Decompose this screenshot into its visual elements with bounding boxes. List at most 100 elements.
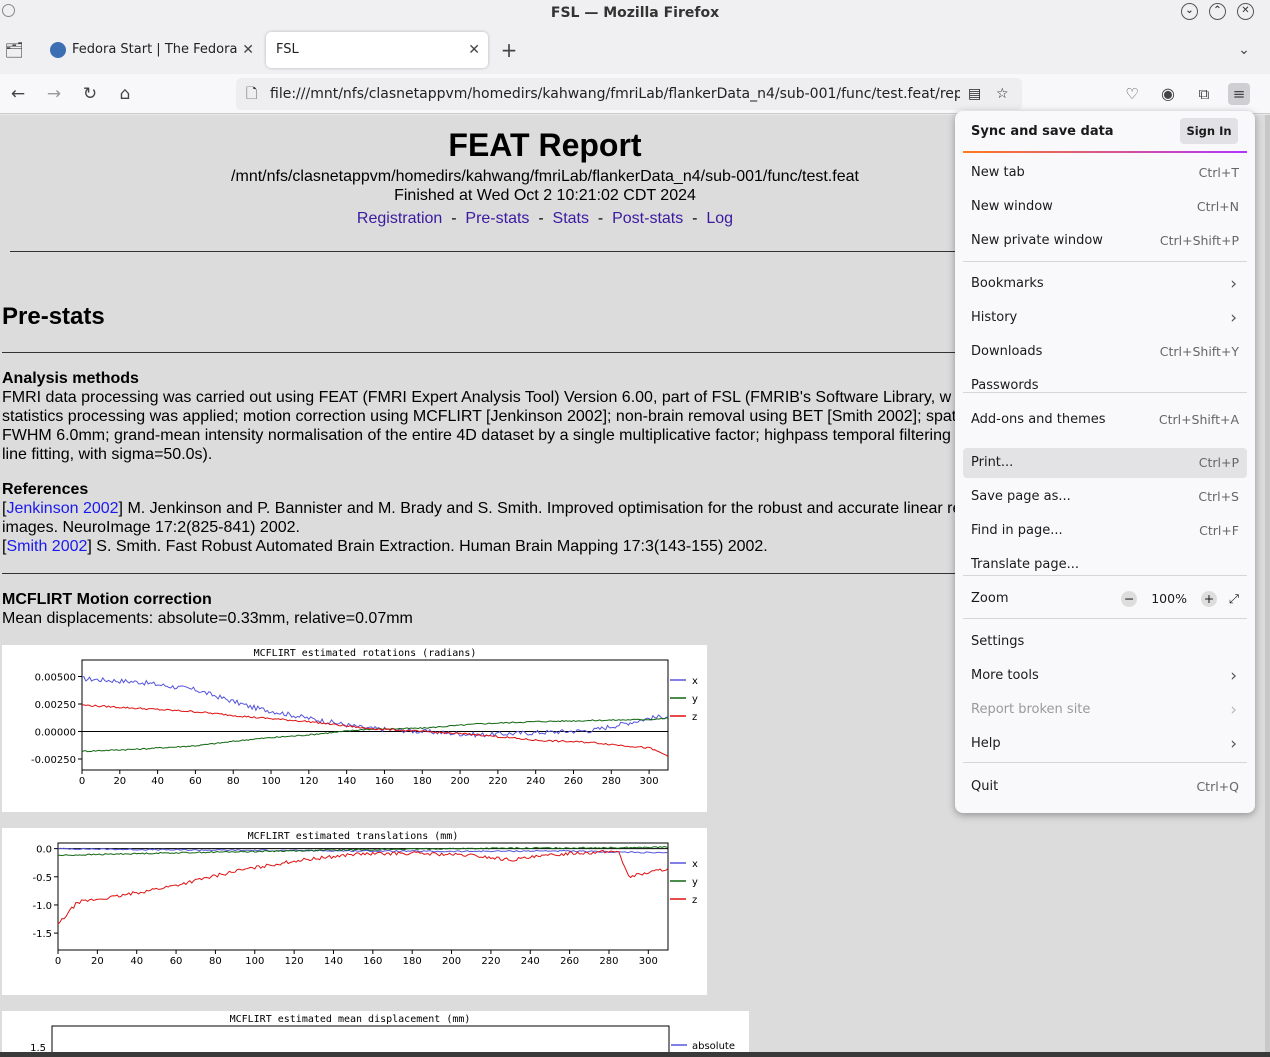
fullscreen-icon[interactable]: ⤢ [1229, 591, 1239, 606]
menu-item-label: Print... [971, 455, 1014, 470]
section-title: Pre-stats [2, 303, 105, 330]
close-tab-icon[interactable]: ✕ [468, 32, 480, 68]
tab-bar: 🗂 Fedora Start | The Fedora Project ✕ FS… [0, 26, 1270, 74]
legend-label-y: y [692, 877, 698, 888]
link-jenkinson-2002[interactable]: Jenkinson 2002 [6, 500, 118, 517]
menu-item-label: Translate page... [971, 557, 1080, 572]
zoom-out-button[interactable]: − [1121, 591, 1138, 607]
tab-fsl[interactable]: FSL ✕ [266, 32, 488, 68]
menu-item-add-ons-and-themes[interactable]: Add-ons and themes Ctrl+Shift+A [963, 405, 1247, 435]
pocket-icon[interactable]: ♡ [1121, 83, 1143, 105]
link-registration[interactable]: Registration [357, 210, 442, 227]
finished-time: Finished at Wed Oct 2 10:21:02 CDT 2024 [394, 187, 696, 204]
home-icon[interactable]: ⌂ [114, 83, 136, 105]
mcflirt-heading: MCFLIRT Motion correction [2, 591, 212, 608]
link-log[interactable]: Log [706, 210, 733, 227]
y-tick-label: -0.5 [32, 873, 52, 884]
plot-area [51, 1025, 670, 1052]
scrollbar[interactable] [1265, 115, 1270, 1052]
close-window-icon[interactable]: ✕ [1237, 3, 1254, 20]
translations-chart: MCFLIRT estimated translations (mm) 0 20 40… [32, 831, 698, 967]
menu-item-zoom[interactable]: Zoom −100% + ⤢ [963, 584, 1247, 614]
chart-title: MCFLIRT estimated translations (mm) [248, 831, 459, 842]
menu-item-more-tools[interactable]: More tools › [963, 661, 1247, 691]
divider [2, 352, 1090, 353]
y-tick-label: 0.00500 [35, 673, 76, 684]
menu-item-label: Bookmarks [971, 276, 1044, 291]
menu-item-report-broken-site[interactable]: Report broken site › [963, 695, 1247, 725]
menu-item-label: Zoom [971, 591, 1009, 606]
menu-item-history[interactable]: History › [963, 303, 1247, 333]
list-tabs-chevron-icon[interactable]: ⌄ [1233, 39, 1255, 61]
menu-item-label: Passwords [971, 378, 1039, 393]
divider [2, 573, 1090, 574]
menu-item-help[interactable]: Help › [963, 729, 1247, 759]
menu-item-passwords[interactable]: Passwords [963, 371, 1247, 401]
menu-item-print[interactable]: Print... Ctrl+P [963, 448, 1247, 478]
menu-item-save-page-as[interactable]: Save page as... Ctrl+S [963, 482, 1247, 512]
mean-displacement: Mean displacements: absolute=0.33mm, rel… [2, 610, 413, 627]
maximize-icon[interactable]: ⌃ [1209, 3, 1226, 20]
analysis-line: FMRI data processing was carried out usi… [2, 389, 952, 406]
chevron-right-icon: › [1230, 700, 1237, 720]
x-tick-label: 120 [299, 776, 318, 787]
link-stats[interactable]: Stats [553, 210, 589, 227]
legend-label-x: x [692, 859, 698, 870]
x-tick-label: 300 [640, 776, 659, 787]
x-tick-label: 180 [403, 956, 422, 967]
chevron-right-icon: › [1230, 308, 1237, 328]
x-tick-label: 160 [375, 776, 394, 787]
legend-label-z: z [692, 895, 697, 906]
link-post-stats[interactable]: Post-stats [612, 210, 683, 227]
menu-item-find-in-page[interactable]: Find in page... Ctrl+F [963, 516, 1247, 546]
nav-separator: - [451, 210, 457, 227]
sign-in-button[interactable]: Sign In [1180, 118, 1238, 144]
y-tick-label: 1.5 [30, 1043, 46, 1052]
window-menu-icon[interactable] [2, 4, 15, 17]
legend-label-z: z [692, 712, 697, 723]
forward-icon[interactable]: → [43, 83, 65, 105]
x-tick-label: 160 [363, 956, 382, 967]
app-menu-icon[interactable]: ≡ [1228, 83, 1250, 105]
x-tick-label: 100 [261, 776, 280, 787]
menu-item-label: Save page as... [971, 489, 1071, 504]
x-tick-label: 220 [481, 956, 500, 967]
zoom-level[interactable]: 100% [1151, 591, 1187, 606]
back-icon[interactable]: ← [7, 83, 29, 105]
menu-item-settings[interactable]: Settings [963, 627, 1247, 657]
analysis-line: line fitting, with sigma=50.0s). [2, 446, 213, 463]
link-smith-2002[interactable]: Smith 2002 [6, 538, 87, 555]
menu-item-downloads[interactable]: Downloads Ctrl+Shift+Y [963, 337, 1247, 367]
reader-view-icon[interactable]: ▤ [968, 78, 981, 110]
chevron-right-icon: › [1230, 274, 1237, 294]
x-tick-label: 40 [151, 776, 164, 787]
menu-item-new-private-window[interactable]: New private window Ctrl+Shift+P [963, 226, 1247, 256]
chart-title: MCFLIRT estimated rotations (radians) [254, 648, 477, 659]
minimize-icon[interactable]: ⌄ [1181, 3, 1198, 20]
close-tab-icon[interactable]: ✕ [242, 32, 254, 68]
fedora-icon [50, 42, 66, 58]
x-tick-label: 0 [79, 776, 85, 787]
rotations-chart: MCFLIRT estimated rotations (radians) 0 20… [31, 648, 698, 787]
tab-fedora-start[interactable]: Fedora Start | The Fedora Project ✕ [40, 32, 262, 68]
menu-item-label: New private window [971, 233, 1103, 248]
reload-icon[interactable]: ↻ [79, 83, 101, 105]
legend-label-y: y [692, 694, 698, 705]
x-tick-label: 120 [285, 956, 304, 967]
zoom-in-button[interactable]: + [1200, 591, 1217, 607]
menu-item-bookmarks[interactable]: Bookmarks › [963, 269, 1247, 299]
x-tick-label: 280 [602, 776, 621, 787]
new-tab-icon[interactable]: + [498, 39, 520, 61]
url-bar[interactable]: 🗋 file:///mnt/nfs/clasnetappvm/homedirs/… [236, 78, 1022, 110]
menu-item-label: Find in page... [971, 523, 1063, 538]
link-pre-stats[interactable]: Pre-stats [465, 210, 529, 227]
menu-item-label: Settings [971, 634, 1025, 649]
chevron-right-icon: › [1230, 734, 1237, 754]
account-icon[interactable]: ◉ [1157, 83, 1179, 105]
menu-item-new-tab[interactable]: New tab Ctrl+T [963, 158, 1247, 188]
bookmark-star-icon[interactable]: ☆ [996, 78, 1009, 110]
menu-item-new-window[interactable]: New window Ctrl+N [963, 192, 1247, 222]
firefox-view-icon[interactable]: 🗂 [3, 39, 25, 61]
menu-item-quit[interactable]: Quit Ctrl+Q [963, 772, 1247, 802]
extensions-icon[interactable]: ⧉ [1193, 83, 1215, 105]
